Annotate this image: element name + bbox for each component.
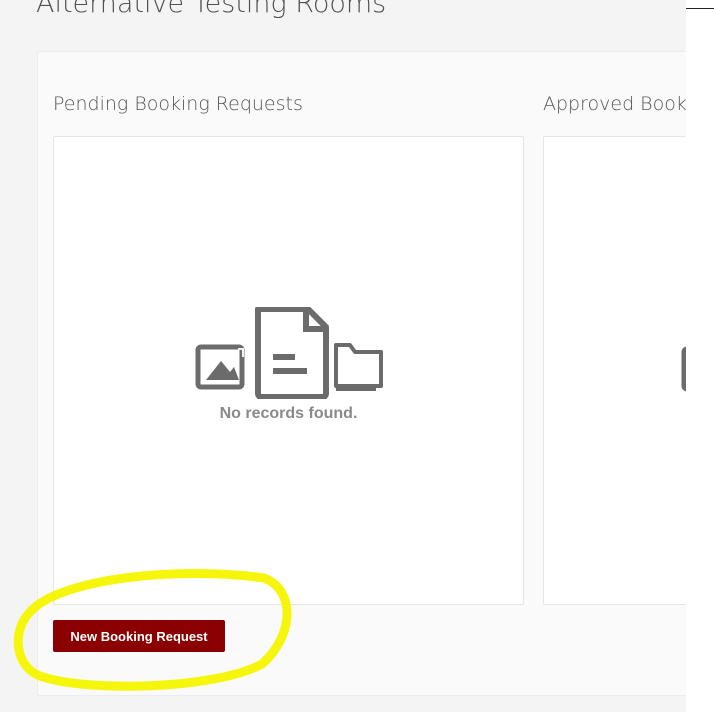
empty-state: No records found. xyxy=(54,307,523,423)
window-edge-line xyxy=(686,8,714,9)
document-icon xyxy=(254,307,329,399)
new-booking-request-button[interactable]: New Booking Request xyxy=(53,620,225,652)
folder-icon xyxy=(333,343,383,391)
approved-bookings-list xyxy=(543,136,686,605)
no-records-message: No records found. xyxy=(219,405,358,422)
pending-requests-heading: Pending Booking Requests xyxy=(53,93,303,115)
page-title: Alternative Testing Rooms xyxy=(36,0,387,19)
empty-state-illustration xyxy=(195,307,383,399)
approved-bookings-heading: Approved Book xyxy=(543,93,686,115)
pending-requests-list: No records found. xyxy=(53,136,524,605)
image-icon xyxy=(195,344,244,390)
image-icon xyxy=(681,346,686,392)
page-background: Alternative Testing Rooms Pending Bookin… xyxy=(0,0,686,712)
